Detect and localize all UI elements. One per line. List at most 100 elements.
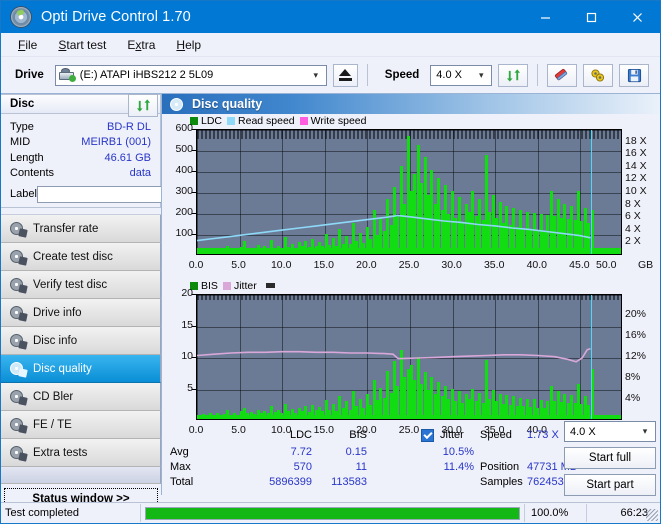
legend-label: LDC bbox=[201, 114, 223, 127]
y2-axis-tick: 4% bbox=[625, 392, 641, 404]
stat-ldc-avg: 7.72 bbox=[290, 446, 312, 458]
y2-axis-tick: 12% bbox=[625, 350, 647, 362]
x-axis-tick: 45.0 bbox=[569, 259, 590, 271]
toolbar-separator-2 bbox=[537, 64, 539, 86]
resize-grip[interactable] bbox=[646, 509, 658, 521]
sidebar-label: FE / TE bbox=[33, 418, 72, 431]
window-title: Opti Drive Control 1.70 bbox=[41, 9, 191, 25]
y-axis-tick: 500 bbox=[175, 143, 193, 155]
stat-header-ldc: LDC bbox=[289, 429, 312, 441]
refresh-icon bbox=[506, 68, 520, 82]
eject-button[interactable] bbox=[332, 63, 358, 87]
save-button[interactable] bbox=[619, 63, 650, 87]
legend-label: Write speed bbox=[310, 114, 367, 127]
sidebar-item-verify-test-disc[interactable]: Verify test disc bbox=[1, 271, 161, 299]
erase-button[interactable] bbox=[547, 63, 578, 87]
start-full-button[interactable]: Start full bbox=[564, 447, 656, 469]
tools-button[interactable] bbox=[583, 63, 614, 87]
sidebar-item-transfer-rate[interactable]: Transfer rate bbox=[1, 215, 161, 243]
sidebar-item-extra-tests[interactable]: Extra tests bbox=[1, 439, 161, 467]
disc-label-row: Label bbox=[10, 183, 241, 205]
sidebar-item-cd-bler[interactable]: CD Bler bbox=[1, 383, 161, 411]
status-bar: Test completed 100.0% 66:23 bbox=[1, 502, 660, 523]
disc-refresh-button[interactable] bbox=[128, 94, 158, 117]
left-panel: Disc Type BD-R DL MID MEIRB1 (001) Lengt… bbox=[1, 94, 241, 510]
status-message: Test completed bbox=[1, 504, 141, 522]
disc-length-value: 46.61 GB bbox=[104, 151, 151, 164]
speed-select-value: 4.0 X bbox=[436, 69, 462, 81]
speed-label: Speed bbox=[384, 69, 420, 81]
sidebar-label: Disc info bbox=[33, 334, 78, 347]
test-controls: 4.0 X ▾ Start full Start part bbox=[564, 421, 656, 496]
legend-swatch-read-speed bbox=[227, 116, 236, 125]
sidebar-item-disc-info[interactable]: Disc info bbox=[1, 327, 161, 355]
y-axis-tick: 200 bbox=[175, 206, 193, 218]
menu-extra[interactable]: Extra bbox=[118, 35, 164, 55]
minimize-button[interactable] bbox=[522, 1, 568, 33]
sidebar-item-disc-quality[interactable]: Disc quality bbox=[1, 355, 161, 383]
chart-bis-jitter: 5 10 15 20 4% 8% 12% 16% 20% 0.0 5.0 10.0 15.0 20.0 25… bbox=[162, 287, 660, 440]
legend-item-read-speed: Read speed bbox=[227, 115, 295, 127]
selection-marker-icon bbox=[265, 283, 275, 288]
sidebar-label: Create test disc bbox=[33, 250, 113, 263]
position-marker bbox=[591, 295, 592, 419]
test-speed-select[interactable]: 4.0 X ▾ bbox=[564, 421, 656, 442]
disc-label-label: Label bbox=[10, 188, 37, 200]
disc-row-mid: MID MEIRB1 (001) bbox=[10, 135, 153, 151]
legend-swatch-jitter bbox=[222, 281, 231, 290]
stat-header-bis: BIS bbox=[349, 429, 367, 441]
close-button[interactable] bbox=[614, 1, 660, 33]
menu-help[interactable]: Help bbox=[167, 35, 210, 55]
test-speed-value: 4.0 X bbox=[570, 425, 596, 438]
stat-samples-value: 762453 bbox=[527, 476, 564, 488]
drive-select-value: (E:) ATAPI iHBS212 2 5L09 bbox=[79, 69, 214, 81]
stat-speed-value: 1.73 X bbox=[527, 429, 559, 441]
speed-select[interactable]: 4.0 X ▾ bbox=[430, 64, 493, 86]
refresh-icon bbox=[136, 99, 150, 112]
maximize-button[interactable] bbox=[568, 1, 614, 33]
y-axis-tickmark bbox=[192, 357, 196, 358]
y-axis-tick: 5 bbox=[187, 381, 193, 394]
drive-icon bbox=[58, 68, 76, 82]
menu-start-test[interactable]: Start test bbox=[49, 35, 115, 55]
y2-axis-tick: 6 X bbox=[625, 210, 641, 223]
x-axis-unit: GB bbox=[638, 259, 654, 271]
y2-axis-tick: 2 X bbox=[625, 235, 641, 248]
panel-header: Disc quality bbox=[162, 94, 660, 114]
title-bar: Opti Drive Control 1.70 bbox=[1, 1, 660, 33]
sidebar-label: Transfer rate bbox=[33, 222, 99, 235]
stat-ldc-max: 570 bbox=[293, 461, 312, 473]
y-axis-tickmark bbox=[192, 294, 196, 295]
y2-axis-tick: 18 X bbox=[625, 134, 647, 147]
disc-icon bbox=[9, 417, 28, 434]
jitter-checkbox[interactable] bbox=[421, 429, 434, 442]
sidebar-item-fe-te[interactable]: FE / TE bbox=[1, 411, 161, 439]
sidebar-item-drive-info[interactable]: Drive info bbox=[1, 299, 161, 327]
disc-type-label: Type bbox=[10, 120, 34, 133]
y-axis-tickmark bbox=[192, 192, 196, 193]
stat-speed-label: Speed bbox=[480, 429, 512, 441]
refresh-button[interactable] bbox=[498, 63, 529, 87]
disc-icon bbox=[9, 361, 28, 378]
stat-ldc-total: 5896399 bbox=[269, 476, 312, 488]
menu-file[interactable]: File bbox=[9, 35, 46, 55]
plot-area bbox=[196, 294, 622, 420]
line-series bbox=[197, 347, 591, 363]
y2-axis-tick: 16 X bbox=[625, 147, 647, 160]
disc-quality-icon bbox=[170, 97, 185, 111]
sidebar-item-create-test-disc[interactable]: Create test disc bbox=[1, 243, 161, 271]
y2-axis-tick: 16% bbox=[625, 329, 647, 341]
disc-icon bbox=[9, 389, 28, 406]
y-axis-tickmark bbox=[192, 234, 196, 235]
application-window: Opti Drive Control 1.70 File Start test … bbox=[0, 0, 661, 524]
disc-row-contents: Contents data bbox=[10, 166, 153, 182]
y-axis-tickmark bbox=[192, 213, 196, 214]
disc-type-value: BD-R DL bbox=[106, 120, 151, 133]
legend-item-bis: BIS bbox=[190, 280, 218, 292]
start-part-button[interactable]: Start part bbox=[564, 474, 656, 496]
drive-select[interactable]: (E:) ATAPI iHBS212 2 5L09 ▾ bbox=[54, 64, 327, 86]
disc-mid-label: MID bbox=[10, 136, 31, 149]
legend-swatch-write-speed bbox=[299, 116, 308, 125]
sidebar-label: Disc quality bbox=[33, 362, 92, 375]
menu-extra-rest: tra bbox=[141, 37, 156, 52]
